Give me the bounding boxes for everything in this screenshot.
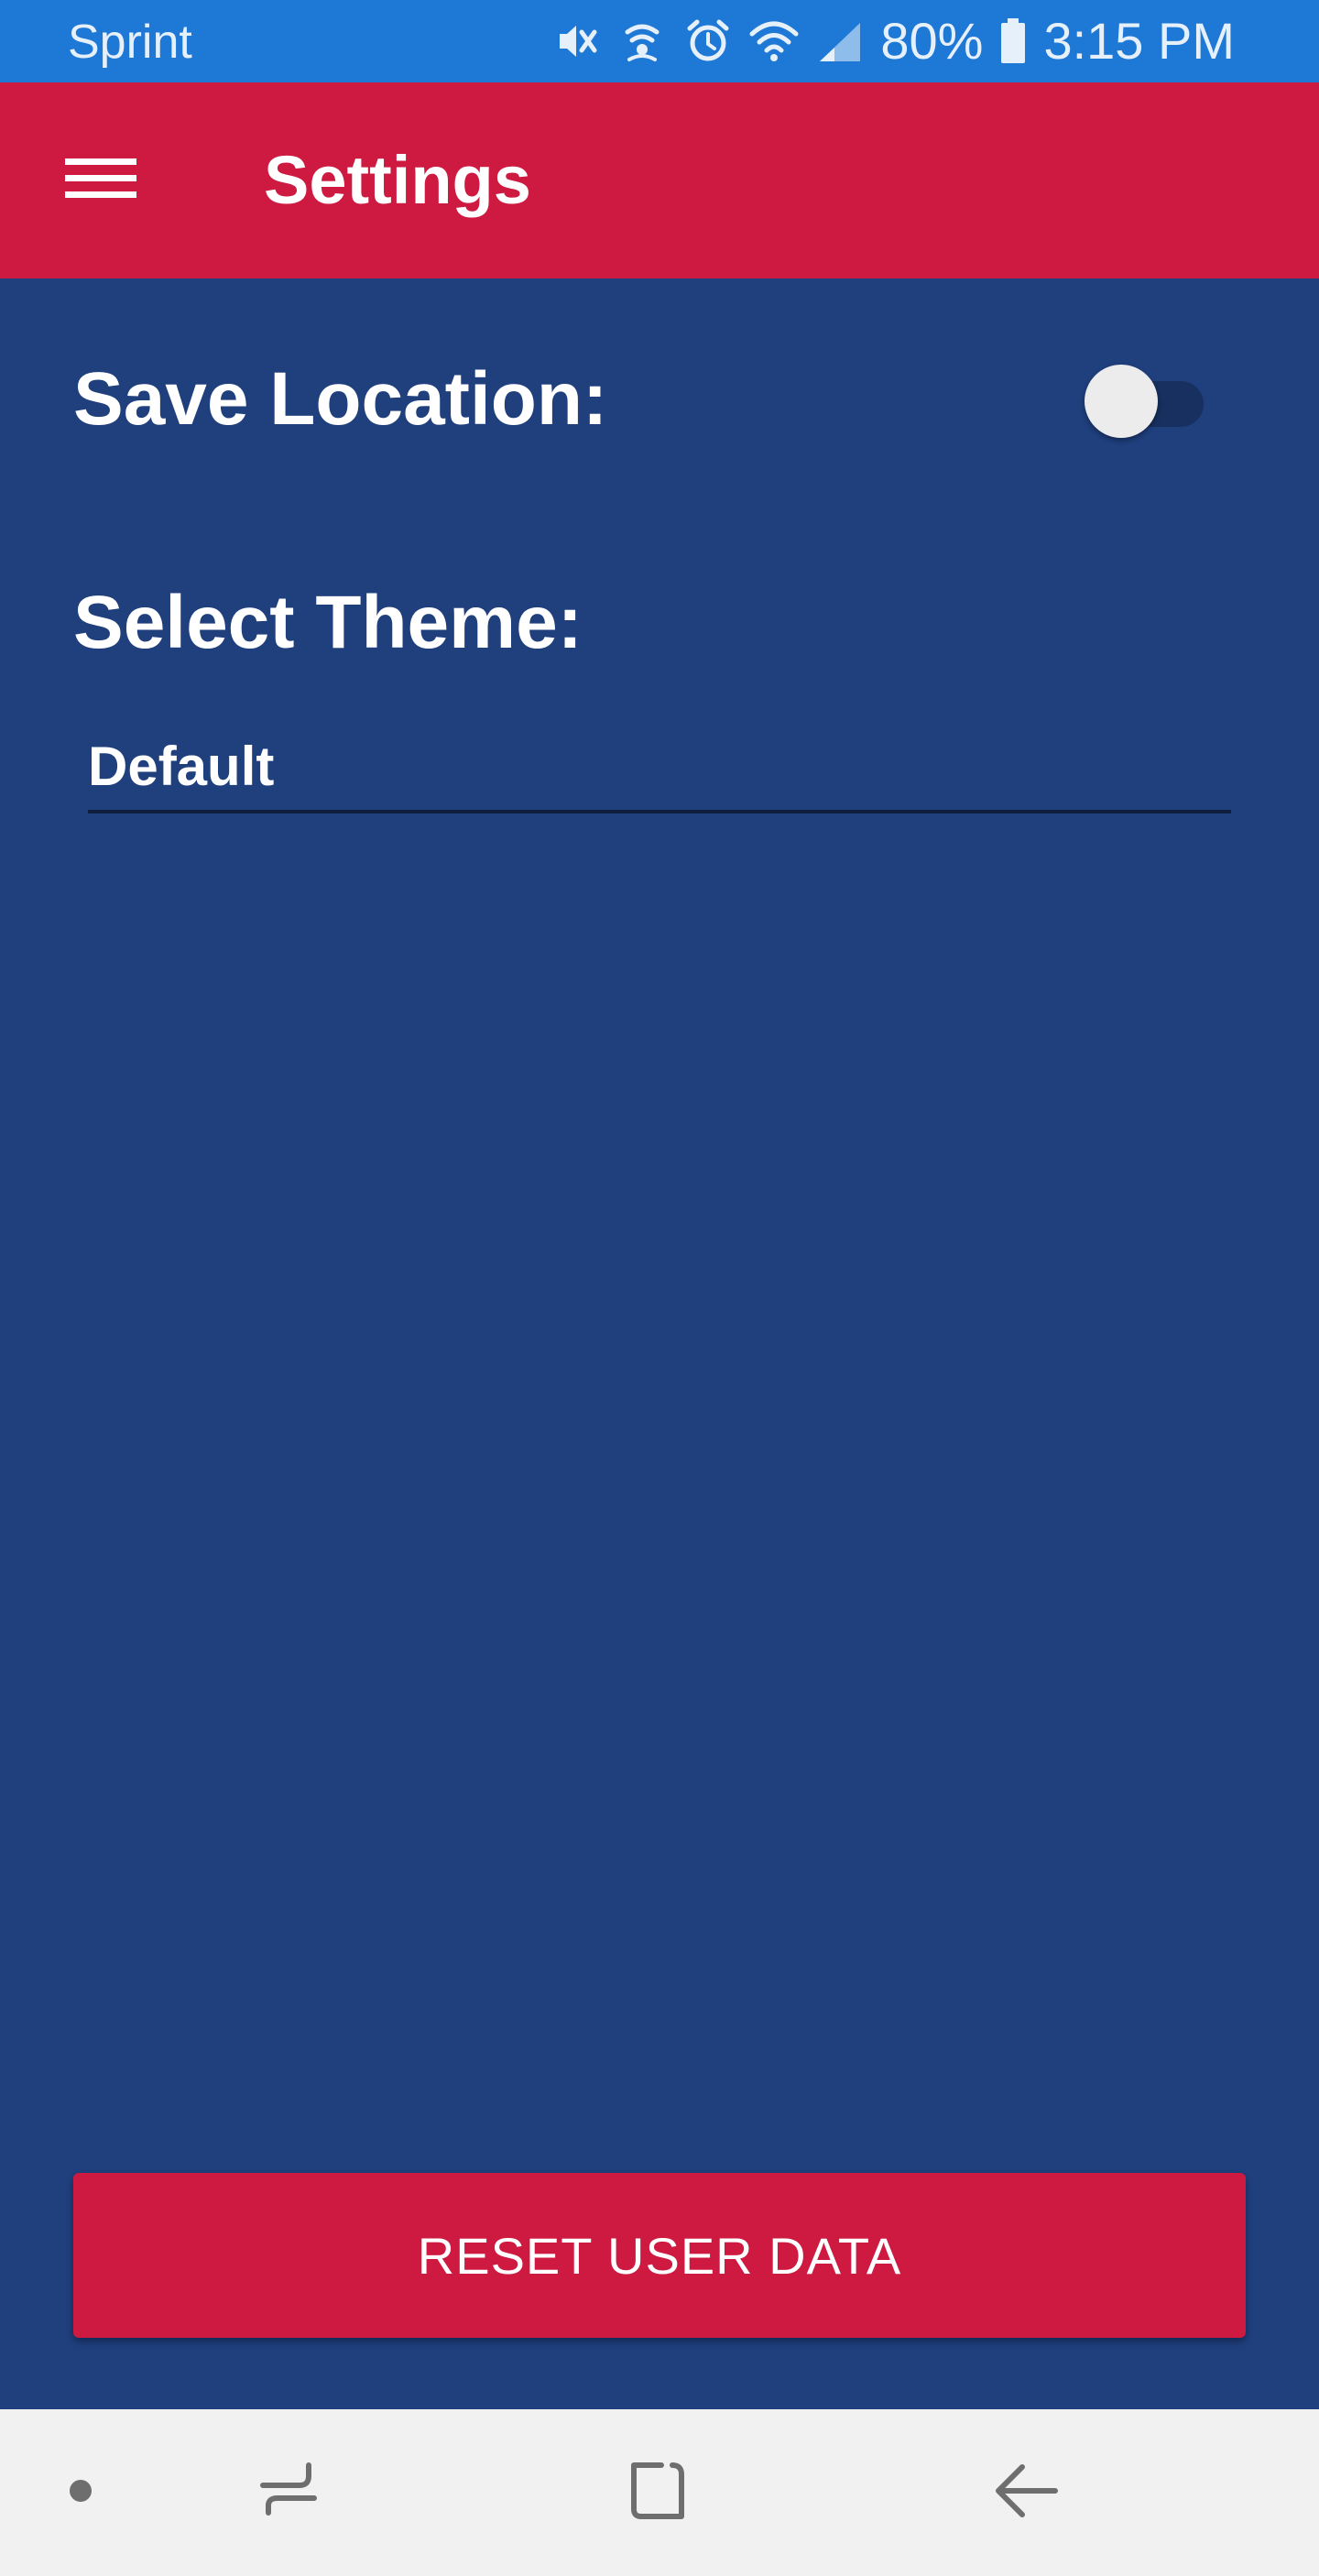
reset-user-data-button[interactable]: RESET USER DATA (73, 2173, 1246, 2338)
mute-icon (550, 16, 602, 67)
select-theme-label: Select Theme: (73, 581, 583, 664)
battery-percent: 80% (880, 12, 984, 70)
status-bar: Sprint 80% 3:15 PM (0, 0, 1319, 82)
recent-apps-button[interactable] (243, 2447, 334, 2538)
save-location-toggle[interactable] (1085, 365, 1209, 438)
carrier-name: Sprint (68, 16, 192, 69)
recent-apps-icon (252, 2454, 325, 2532)
theme-selected-value: Default (88, 736, 275, 797)
status-icons: 80% 3:15 PM (550, 13, 1235, 70)
back-icon (989, 2454, 1063, 2532)
hamburger-menu-icon (65, 153, 136, 209)
reset-button-label: RESET USER DATA (417, 2226, 902, 2285)
back-button[interactable] (980, 2447, 1072, 2538)
navigation-bar (0, 2409, 1319, 2576)
home-icon (621, 2454, 694, 2532)
save-location-label: Save Location: (73, 357, 608, 441)
home-button[interactable] (612, 2447, 703, 2538)
alarm-icon (682, 16, 734, 67)
battery-icon (997, 16, 1029, 67)
nfc-icon (616, 16, 668, 67)
dot-icon (67, 2477, 94, 2509)
theme-select[interactable]: Default (88, 724, 1231, 813)
menu-button[interactable] (46, 130, 156, 231)
page-title: Settings (264, 142, 531, 218)
toggle-thumb (1085, 365, 1158, 438)
app-bar: Settings (0, 82, 1319, 278)
wifi-icon (748, 16, 800, 67)
nav-dot-button[interactable] (35, 2447, 126, 2538)
clock: 3:15 PM (1043, 12, 1235, 70)
signal-icon (814, 16, 866, 67)
